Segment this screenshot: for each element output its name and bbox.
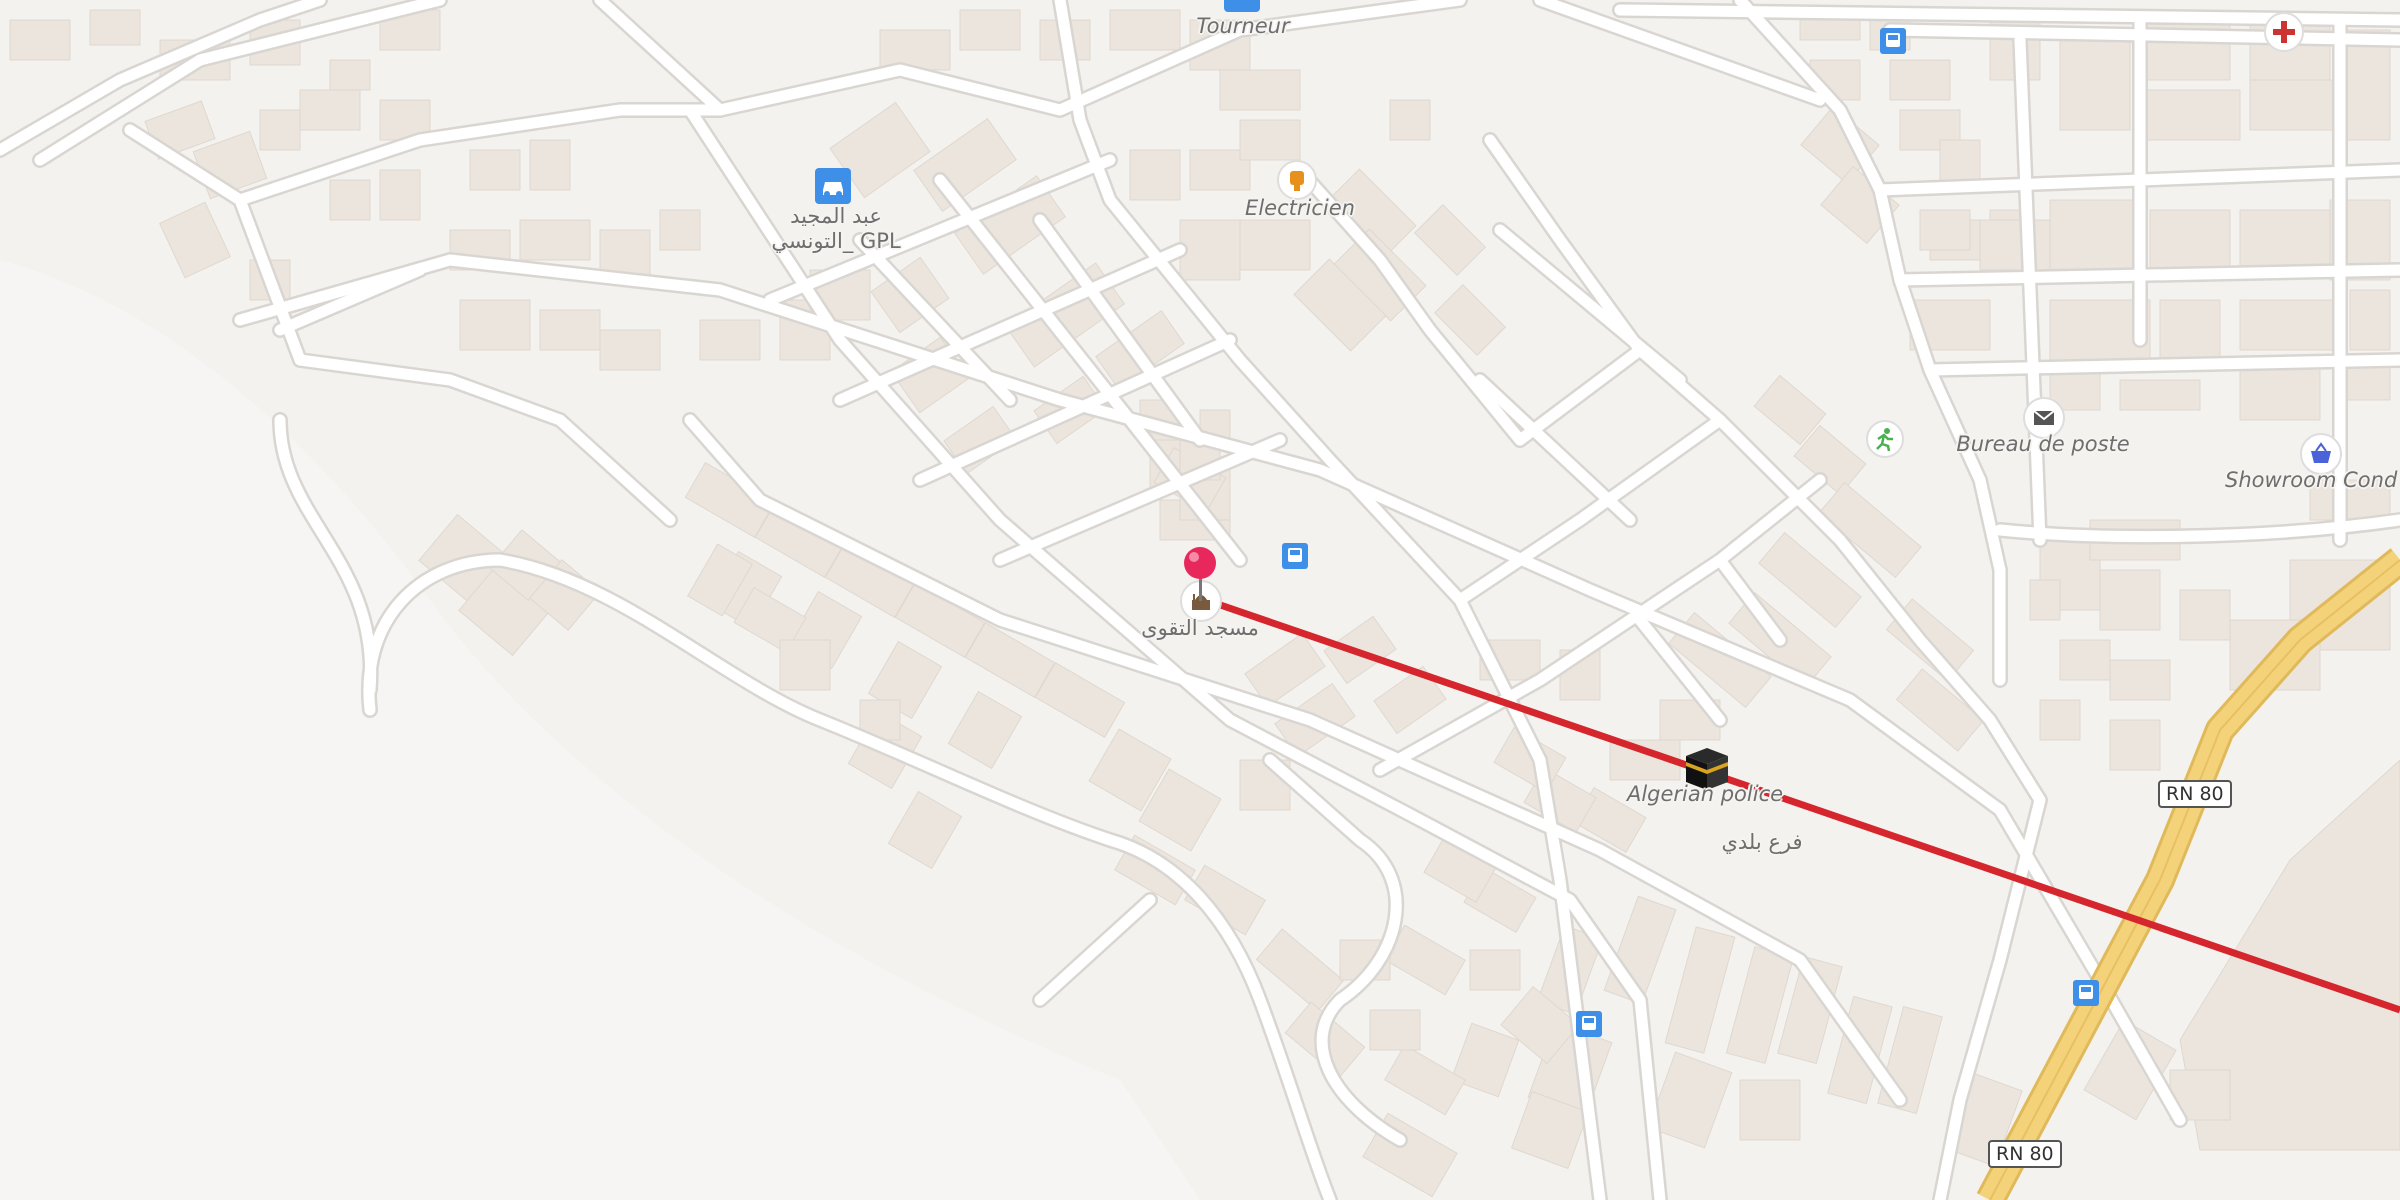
electrician-icon[interactable] (1277, 160, 1317, 200)
road-shield-rn80: RN 80 (2158, 780, 2232, 808)
road-shield-rn80: RN 80 (1988, 1140, 2062, 1168)
label-bureau-de-poste: Bureau de poste (1956, 432, 2130, 456)
hospital-cross-icon[interactable] (2264, 12, 2304, 52)
running-figure-icon[interactable] (1866, 420, 1904, 458)
bus-stop-icon[interactable] (1576, 1011, 1602, 1037)
car-icon[interactable] (1224, 0, 1260, 12)
label-showroom: Showroom Cond (2225, 468, 2398, 492)
label-farh-baladi: فرع بلدي (1721, 830, 1803, 854)
location-pin-icon[interactable] (1180, 545, 1220, 601)
bus-stop-icon[interactable] (1880, 28, 1906, 54)
label-algerian-police: Algerian police (1626, 782, 1784, 806)
car-icon[interactable] (815, 168, 851, 204)
bus-stop-icon[interactable] (2073, 980, 2099, 1006)
label-electricien: Electricien (1245, 196, 1355, 220)
label-tourneur: Tourneur (1196, 14, 1290, 38)
label-gpl: عبد المجيد التونسي_ GPL (771, 204, 900, 254)
bus-stop-icon[interactable] (1282, 543, 1308, 569)
label-gpl-line2: التونسي_ GPL (771, 229, 901, 254)
label-gpl-line1: عبد المجيد (790, 204, 882, 228)
label-mosque: مسجد التقوى (1141, 616, 1259, 640)
